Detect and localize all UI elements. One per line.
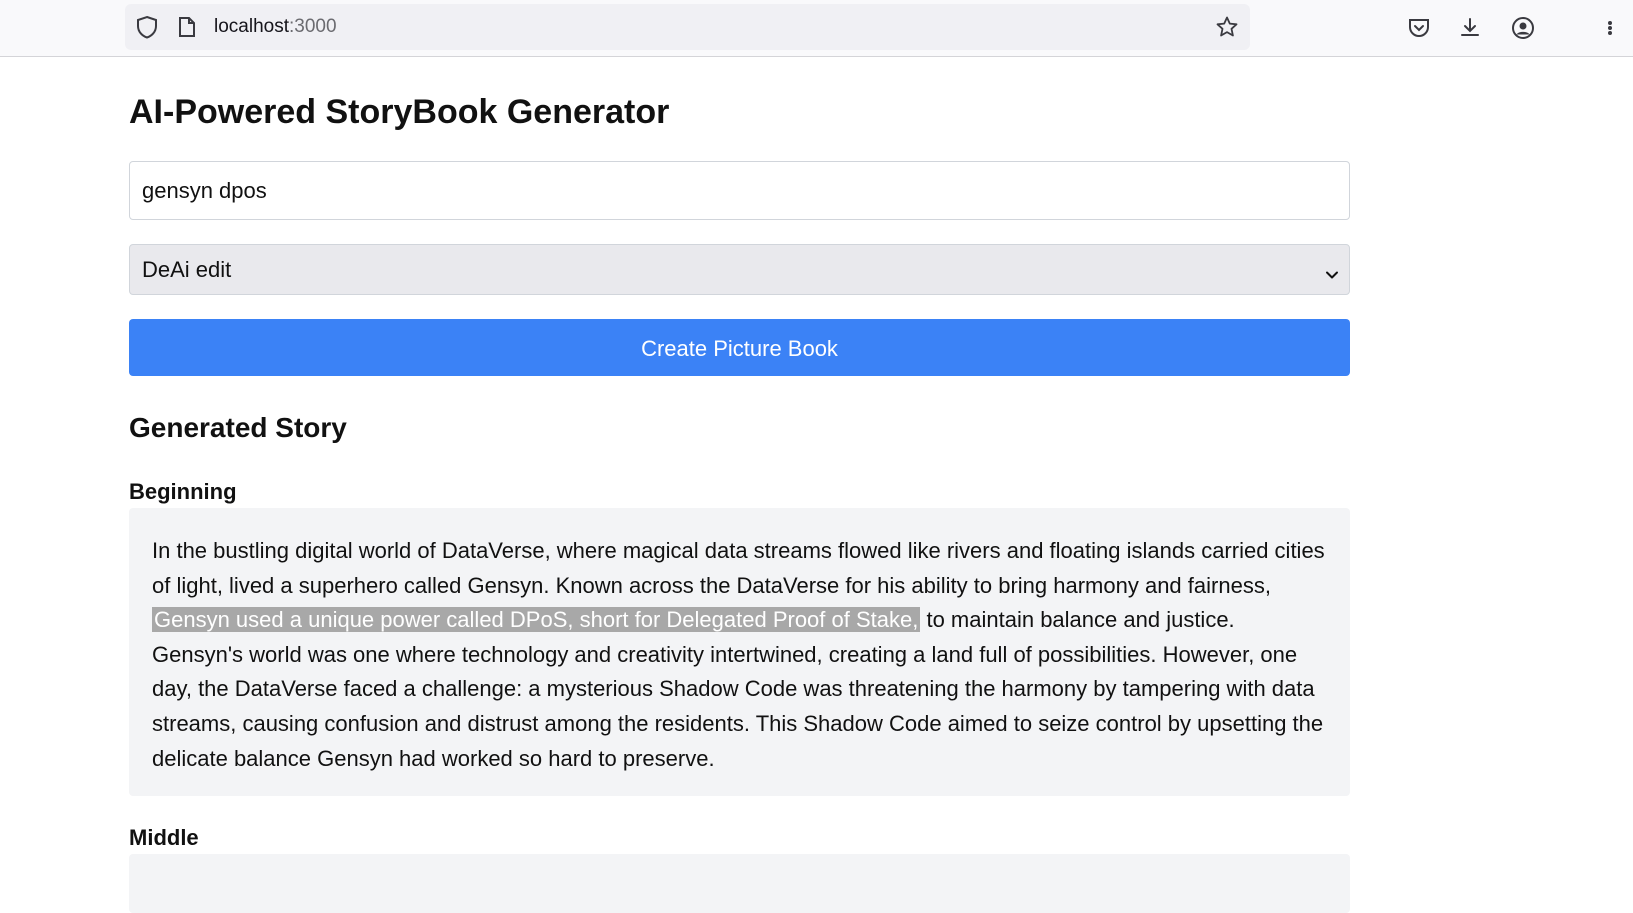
download-icon[interactable] (1456, 14, 1484, 42)
create-picture-book-button[interactable]: Create Picture Book (129, 319, 1350, 376)
page-title: AI-Powered StoryBook Generator (129, 93, 670, 131)
pocket-icon[interactable] (1405, 14, 1433, 42)
page-icon (175, 15, 199, 39)
middle-heading: Middle (129, 825, 199, 850)
beginning-heading: Beginning (129, 479, 237, 504)
style-select-value: DeAi edit (142, 256, 232, 282)
beginning-text-before: In the bustling digital world of DataVer… (152, 538, 1325, 598)
browser-toolbar: localhost:3000 (0, 0, 1633, 57)
url-text[interactable]: localhost:3000 (214, 4, 337, 50)
url-bar[interactable]: localhost:3000 (125, 4, 1250, 50)
overflow-menu-icon[interactable] (1600, 14, 1620, 42)
shield-icon[interactable] (135, 15, 159, 39)
story-prompt-input[interactable] (129, 161, 1350, 220)
middle-story-box (129, 854, 1350, 913)
beginning-story-box: In the bustling digital world of DataVer… (129, 508, 1350, 796)
beginning-text-highlight: Gensyn used a unique power called DPoS, … (152, 607, 921, 633)
star-icon[interactable] (1215, 15, 1239, 39)
style-select[interactable]: DeAi edit (129, 244, 1350, 295)
account-icon[interactable] (1509, 14, 1537, 42)
chevron-down-icon (1325, 262, 1339, 288)
generated-story-heading: Generated Story (129, 412, 347, 443)
